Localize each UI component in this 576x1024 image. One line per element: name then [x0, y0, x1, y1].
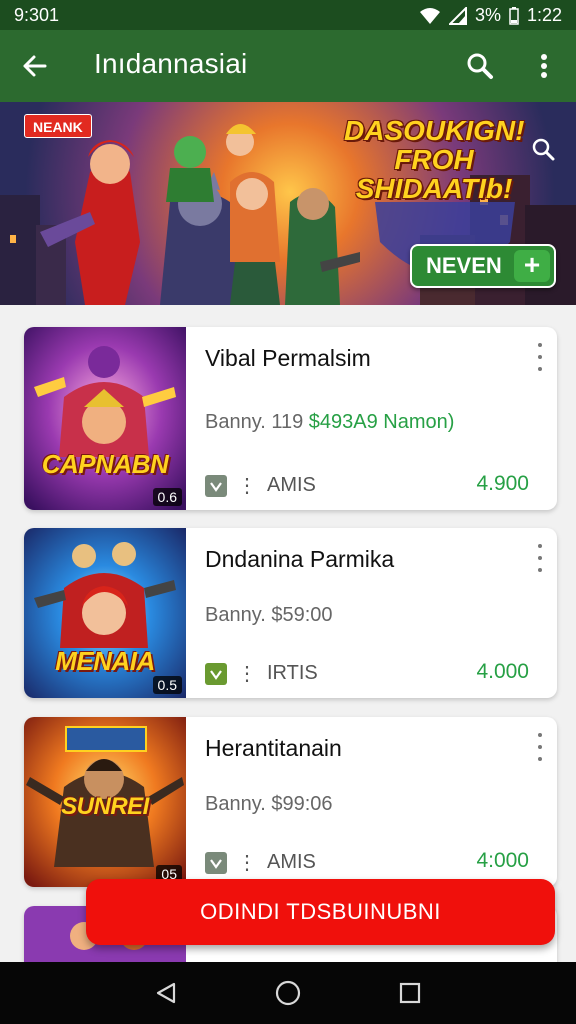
item-footer: ⋮ AMIS	[205, 473, 316, 498]
thumb-tag: 0.5	[152, 676, 182, 694]
thumb-art-title: SUNREI	[61, 793, 149, 820]
banner-headline: DASOUKIGN! FROH SHIDAATIb!	[344, 115, 525, 204]
item-meta-label: Banny. $59:00	[205, 604, 333, 626]
status-clock: 1:22	[526, 5, 562, 25]
primary-action-button[interactable]: ODINDI TDSBUINUBNI	[86, 879, 555, 945]
verified-icon	[205, 662, 227, 685]
item-count: 4:000	[476, 849, 529, 872]
search-icon	[467, 53, 493, 79]
banner-cta-button[interactable]: NEVEN +	[410, 244, 556, 288]
item-meta: Banny. $59:00	[205, 604, 333, 627]
banner-search-icon[interactable]	[530, 136, 556, 162]
item-footer: ⋮ IRTIS	[205, 661, 318, 686]
status-bar: 9:301 3% 1:22	[0, 0, 576, 30]
app-title: Inıdannasiai	[94, 48, 248, 79]
item-footer: ⋮ AMIS	[205, 850, 316, 875]
item-title: Herantitanain	[205, 735, 342, 761]
nav-back-icon	[156, 982, 176, 1004]
separator-icon: ⋮	[237, 663, 257, 685]
item-thumbnail: CAPNABN 0.6	[24, 327, 186, 510]
banner-cta-label: NEVEN	[426, 253, 502, 278]
verified-icon	[205, 851, 227, 874]
nav-recents-button[interactable]	[390, 976, 430, 1010]
battery-percent: 3%	[474, 5, 501, 25]
item-thumbnail: SUNREI 05	[24, 717, 186, 887]
thumb-art-title: CAPNABN	[41, 449, 169, 479]
item-footer-label: IRTIS	[267, 662, 318, 684]
back-arrow-icon	[23, 55, 47, 77]
item-more-button[interactable]	[533, 733, 547, 761]
app-bar: Inıdannasiai	[0, 30, 576, 102]
banner-heroes-art	[40, 124, 360, 305]
nav-back-button[interactable]	[146, 976, 186, 1010]
nav-recents-icon	[399, 982, 421, 1004]
item-footer-label: AMIS	[267, 474, 316, 496]
status-icons: 3% 1:22	[419, 5, 562, 26]
item-more-button[interactable]	[533, 343, 547, 371]
back-button[interactable]	[14, 46, 54, 86]
battery-icon	[509, 6, 519, 25]
more-vert-icon	[541, 54, 547, 78]
item-meta-label: Banny. 119	[205, 411, 304, 433]
item-count: 4.900	[476, 472, 529, 495]
separator-icon: ⋮	[237, 852, 257, 874]
thumb-tag: 0.6	[152, 488, 182, 506]
verified-icon	[205, 474, 227, 497]
search-button[interactable]	[460, 46, 500, 86]
item-title: Dndanina Parmika	[205, 546, 395, 572]
overflow-menu-button[interactable]	[526, 46, 562, 86]
item-meta: Banny. 119 $493A9 Namon)	[205, 411, 454, 434]
wifi-icon	[419, 7, 440, 24]
separator-icon: ⋮	[237, 475, 257, 497]
item-count: 4.000	[476, 660, 529, 683]
plus-icon: +	[514, 250, 550, 282]
list-item[interactable]: SUNREI 05 Herantitanain Banny. $99:06 ⋮ …	[24, 717, 557, 887]
banner-badge: NEANK	[24, 114, 92, 138]
item-meta: Banny. $99:06	[205, 793, 333, 816]
item-footer-label: AMIS	[267, 851, 316, 873]
nav-home-icon	[275, 980, 301, 1006]
list-item[interactable]: MENAIA 0.5 Dndanina Parmika Banny. $59:0…	[24, 528, 557, 698]
system-nav-bar	[0, 962, 576, 1024]
item-price: $493A9 Namon)	[308, 411, 455, 433]
item-title: Vibal Permalsim	[205, 345, 371, 371]
promo-banner[interactable]: NEANK DASOUKIGN! FROH SHIDAATIb! NEVEN +	[0, 102, 576, 305]
item-meta-label: Banny. $99:06	[205, 793, 333, 815]
signal-icon	[448, 6, 467, 25]
nav-home-button[interactable]	[268, 976, 308, 1010]
list-item[interactable]: CAPNABN 0.6 Vibal Permalsim Banny. 119 $…	[24, 327, 557, 510]
item-thumbnail: MENAIA 0.5	[24, 528, 186, 698]
item-more-button[interactable]	[533, 544, 547, 572]
status-time: 9:301	[14, 5, 60, 25]
thumb-art-title: MENAIA	[55, 646, 155, 676]
